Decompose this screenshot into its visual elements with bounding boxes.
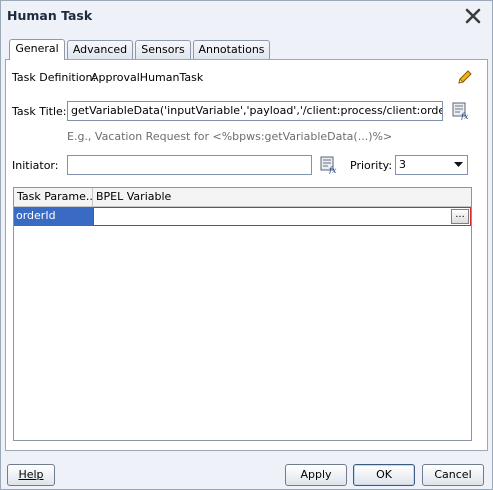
priority-select[interactable]: 3 — [395, 155, 468, 175]
apply-button[interactable]: Apply — [285, 464, 347, 486]
tab-annotations[interactable]: Annotations — [193, 40, 270, 59]
tab-general[interactable]: General — [9, 39, 65, 60]
dialog-title: Human Task — [7, 8, 93, 23]
task-title-input[interactable]: getVariableData('inputVariable','payload… — [67, 101, 443, 121]
initiator-expression-icon[interactable]: fx — [320, 156, 338, 174]
chevron-down-icon — [454, 162, 463, 167]
column-header-task-parameter[interactable]: Task Parame... — [14, 188, 93, 207]
edit-pencil-icon[interactable] — [456, 68, 474, 86]
expression-builder-icon[interactable]: fx — [452, 102, 470, 120]
task-definition-value: ApprovalHumanTask — [91, 71, 204, 84]
initiator-label: Initiator: — [12, 159, 59, 172]
browse-variable-button[interactable]: ... — [451, 209, 469, 224]
table-row-param-cell[interactable]: orderId — [14, 207, 93, 226]
ok-button[interactable]: OK — [353, 464, 415, 486]
close-icon[interactable] — [464, 7, 482, 25]
priority-label: Priority: — [350, 159, 393, 172]
title-bar: Human Task — [1, 1, 492, 31]
parameter-table: Task Parame... BPEL Variable orderId ... — [13, 187, 472, 441]
human-task-dialog: Human Task General Advanced Sensors Anno… — [0, 0, 493, 490]
help-button[interactable]: Help — [7, 464, 55, 486]
tab-sensors[interactable]: Sensors — [135, 40, 191, 59]
svg-text:fx: fx — [460, 112, 469, 120]
tab-advanced[interactable]: Advanced — [67, 40, 133, 59]
cancel-button[interactable]: Cancel — [422, 464, 484, 486]
column-header-bpel-variable[interactable]: BPEL Variable — [93, 188, 471, 207]
initiator-input[interactable] — [67, 155, 312, 175]
task-title-label: Task Title: — [12, 105, 67, 118]
task-title-hint: E.g., Vacation Request for <%bpws:getVar… — [67, 130, 393, 143]
bpel-variable-input[interactable]: ... — [93, 207, 471, 226]
task-definition-label: Task Definition: — [12, 71, 97, 84]
svg-text:fx: fx — [328, 166, 337, 174]
